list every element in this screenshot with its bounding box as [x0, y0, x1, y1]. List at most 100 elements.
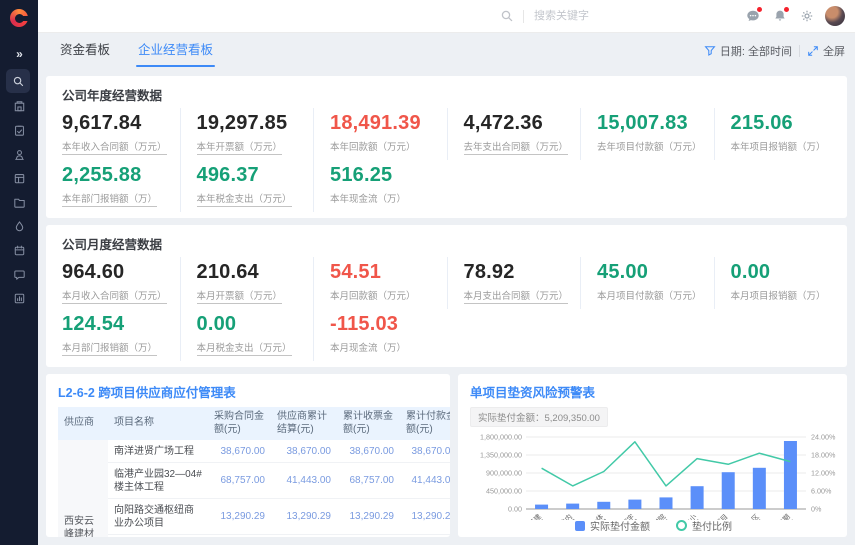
chart-bar[interactable]	[535, 505, 548, 509]
kpi-label: 本月项目报销额（万）	[731, 288, 826, 302]
supplier-table: 供应商项目名称采购合同金额(元)供应商累计结算(元)累计收票金额(元)累计付款金…	[58, 407, 450, 537]
kpi-value: 18,491.39	[330, 112, 441, 135]
bottom-row: L2-6-2 跨项目供应商应付管理表 供应商项目名称采购合同金额(元)供应商累计…	[46, 374, 847, 537]
strip-separator	[799, 45, 800, 57]
chart-bar[interactable]	[722, 472, 735, 509]
sidebar-user-icon[interactable]	[6, 143, 32, 166]
message-icon[interactable]	[744, 8, 761, 25]
kpi-label[interactable]: 本年部门报销额（万）	[62, 191, 157, 207]
amount-cell: 41,443.00	[271, 463, 337, 499]
risk-chart-title: 单项目垫资风险预警表	[470, 382, 837, 401]
search-input[interactable]	[532, 9, 646, 23]
actual-advance-badge: 实际垫付金额：5,209,350.00	[470, 407, 608, 427]
kpi-value: 54.51	[330, 261, 441, 284]
table-row: 临港产业园32—04#楼主体工程68,757.0041,443.0068,757…	[58, 463, 450, 499]
kpi-label[interactable]: 本年收入合同额（万元）	[62, 139, 167, 155]
amount-cell: 56,000.00	[208, 535, 271, 538]
table-header-cell: 累计收票金额(元)	[337, 407, 400, 440]
kpi-value: 2,255.88	[62, 164, 174, 187]
svg-text:900,000.00: 900,000.00	[486, 469, 522, 478]
sidebar-folder-icon[interactable]	[6, 191, 32, 214]
table-header-cell: 供应商	[58, 407, 108, 440]
gear-icon[interactable]	[798, 8, 815, 25]
supplier-cell: 西安云峰建材有限公司	[58, 440, 108, 537]
kpi-label: 去年项目付款额（万元）	[597, 139, 702, 153]
sidebar-calendar-icon[interactable]	[6, 239, 32, 262]
table-row: 向阳路交通枢纽商业办公项目13,290.2913,290.2913,290.29…	[58, 499, 450, 535]
bar-legend-icon	[575, 521, 585, 531]
kpi-value: 9,617.84	[62, 112, 174, 135]
sidebar-expand-icon[interactable]: »	[6, 42, 32, 65]
legend-actual-advance[interactable]: 实际垫付金额	[575, 518, 650, 533]
sidebar-report-icon[interactable]	[6, 287, 32, 310]
supplier-table-scroll[interactable]: 供应商项目名称采购合同金额(元)供应商累计结算(元)累计收票金额(元)累计付款金…	[58, 407, 450, 537]
legend-advance-ratio[interactable]: 垫付比例	[676, 518, 732, 533]
kpi-label[interactable]: 本月支出合同额（万元）	[464, 288, 569, 304]
kpi-label[interactable]: 本年税金支出（万元）	[197, 191, 292, 207]
chart-bar[interactable]	[691, 486, 704, 509]
sidebar-clipboard-check-icon[interactable]	[6, 119, 32, 142]
kpi-value: 210.64	[197, 261, 308, 284]
svg-text:450,000.00: 450,000.00	[486, 487, 522, 496]
kpi-cell: 78.92本月支出合同额（万元）	[447, 257, 581, 309]
fullscreen-button[interactable]: 全屏	[807, 43, 845, 59]
chart-bar[interactable]	[628, 500, 641, 509]
project-name-cell: 南洋进贤广场工程	[108, 440, 208, 463]
tab-enterprise-dashboard[interactable]: 企业经营看板	[124, 33, 227, 69]
kpi-cell: 45.00本月项目付款额（万元）	[580, 257, 714, 309]
sidebar-spreadsheet-icon[interactable]	[6, 167, 32, 190]
kpi-value: 124.54	[62, 313, 174, 336]
kpi-label[interactable]: 本年开票额（万元）	[197, 139, 283, 155]
svg-text:24.00%: 24.00%	[811, 433, 836, 442]
table-header-cell: 供应商累计结算(元)	[271, 407, 337, 440]
kpi-cell: 15,007.83 去年项目付款额（万元）	[580, 108, 714, 160]
amount-cell: 38,670.00	[337, 440, 400, 463]
svg-text:0%: 0%	[811, 505, 822, 514]
chart-bar[interactable]	[566, 504, 579, 509]
bell-icon[interactable]	[771, 8, 788, 25]
sidebar-building-icon[interactable]	[6, 95, 32, 118]
supplier-payable-card: L2-6-2 跨项目供应商应付管理表 供应商项目名称采购合同金额(元)供应商累计…	[46, 374, 450, 537]
date-filter[interactable]: 日期: 全部时间	[704, 43, 792, 59]
svg-text:18.00%: 18.00%	[811, 451, 836, 460]
monthly-card-title: 公司月度经营数据	[46, 234, 847, 253]
chart-bar[interactable]	[753, 468, 766, 509]
kpi-label[interactable]: 本月收入合同额（万元）	[62, 288, 167, 304]
table-row: 得辉广场结构加固项目56,000.0045,000.0045,000.0033,…	[58, 535, 450, 538]
top-header	[38, 0, 855, 33]
avatar[interactable]	[825, 6, 845, 26]
amount-cell: 13,290.29	[208, 499, 271, 535]
amount-cell: 45,000.00	[337, 535, 400, 538]
search-divider	[523, 10, 524, 23]
kpi-label[interactable]: 本月部门报销额（万）	[62, 340, 157, 356]
kpi-cell: 0.00 本月项目报销额（万）	[714, 257, 848, 309]
svg-text:6.00%: 6.00%	[811, 487, 832, 496]
kpi-label[interactable]: 本月开票额（万元）	[197, 288, 283, 304]
app-logo-icon[interactable]	[10, 9, 28, 27]
kpi-label[interactable]: 本月税金支出（万元）	[197, 340, 292, 356]
kpi-label: 本年回款额（万元）	[330, 139, 416, 153]
svg-text:12.00%: 12.00%	[811, 469, 836, 478]
kpi-cell: 516.25本年现金流（万）	[313, 160, 447, 212]
project-name-cell: 临港产业园32—04#楼主体工程	[108, 463, 208, 499]
chart-bar[interactable]	[597, 502, 610, 509]
kpi-label: 本年项目报销额（万）	[731, 139, 826, 153]
amount-cell: 13,290.29	[400, 499, 450, 535]
date-filter-label: 日期: 全部时间	[720, 43, 792, 59]
kpi-value: 516.25	[330, 164, 441, 187]
kpi-value: 0.00	[731, 261, 842, 284]
search-icon[interactable]	[498, 8, 515, 25]
sidebar-search-icon[interactable]	[6, 69, 30, 93]
kpi-label[interactable]: 去年支出合同额（万元）	[464, 139, 569, 155]
kpi-value: 15,007.83	[597, 112, 708, 135]
annual-data-card: 公司年度经营数据 9,617.84本年收入合同额（万元）19,297.85本年开…	[46, 76, 847, 218]
chart-bar[interactable]	[660, 497, 673, 509]
project-name-cell: 向阳路交通枢纽商业办公项目	[108, 499, 208, 535]
chart-bar[interactable]	[784, 441, 797, 509]
sidebar-chat-icon[interactable]	[6, 263, 32, 286]
risk-warning-card: 单项目垫资风险预警表 实际垫付金额：5,209,350.00 1,800,000…	[458, 374, 847, 537]
annual-card-title: 公司年度经营数据	[46, 85, 847, 104]
supplier-table-title: L2-6-2 跨项目供应商应付管理表	[58, 382, 450, 401]
tab-fund-dashboard[interactable]: 资金看板	[46, 33, 124, 69]
sidebar-droplet-icon[interactable]	[6, 215, 32, 238]
